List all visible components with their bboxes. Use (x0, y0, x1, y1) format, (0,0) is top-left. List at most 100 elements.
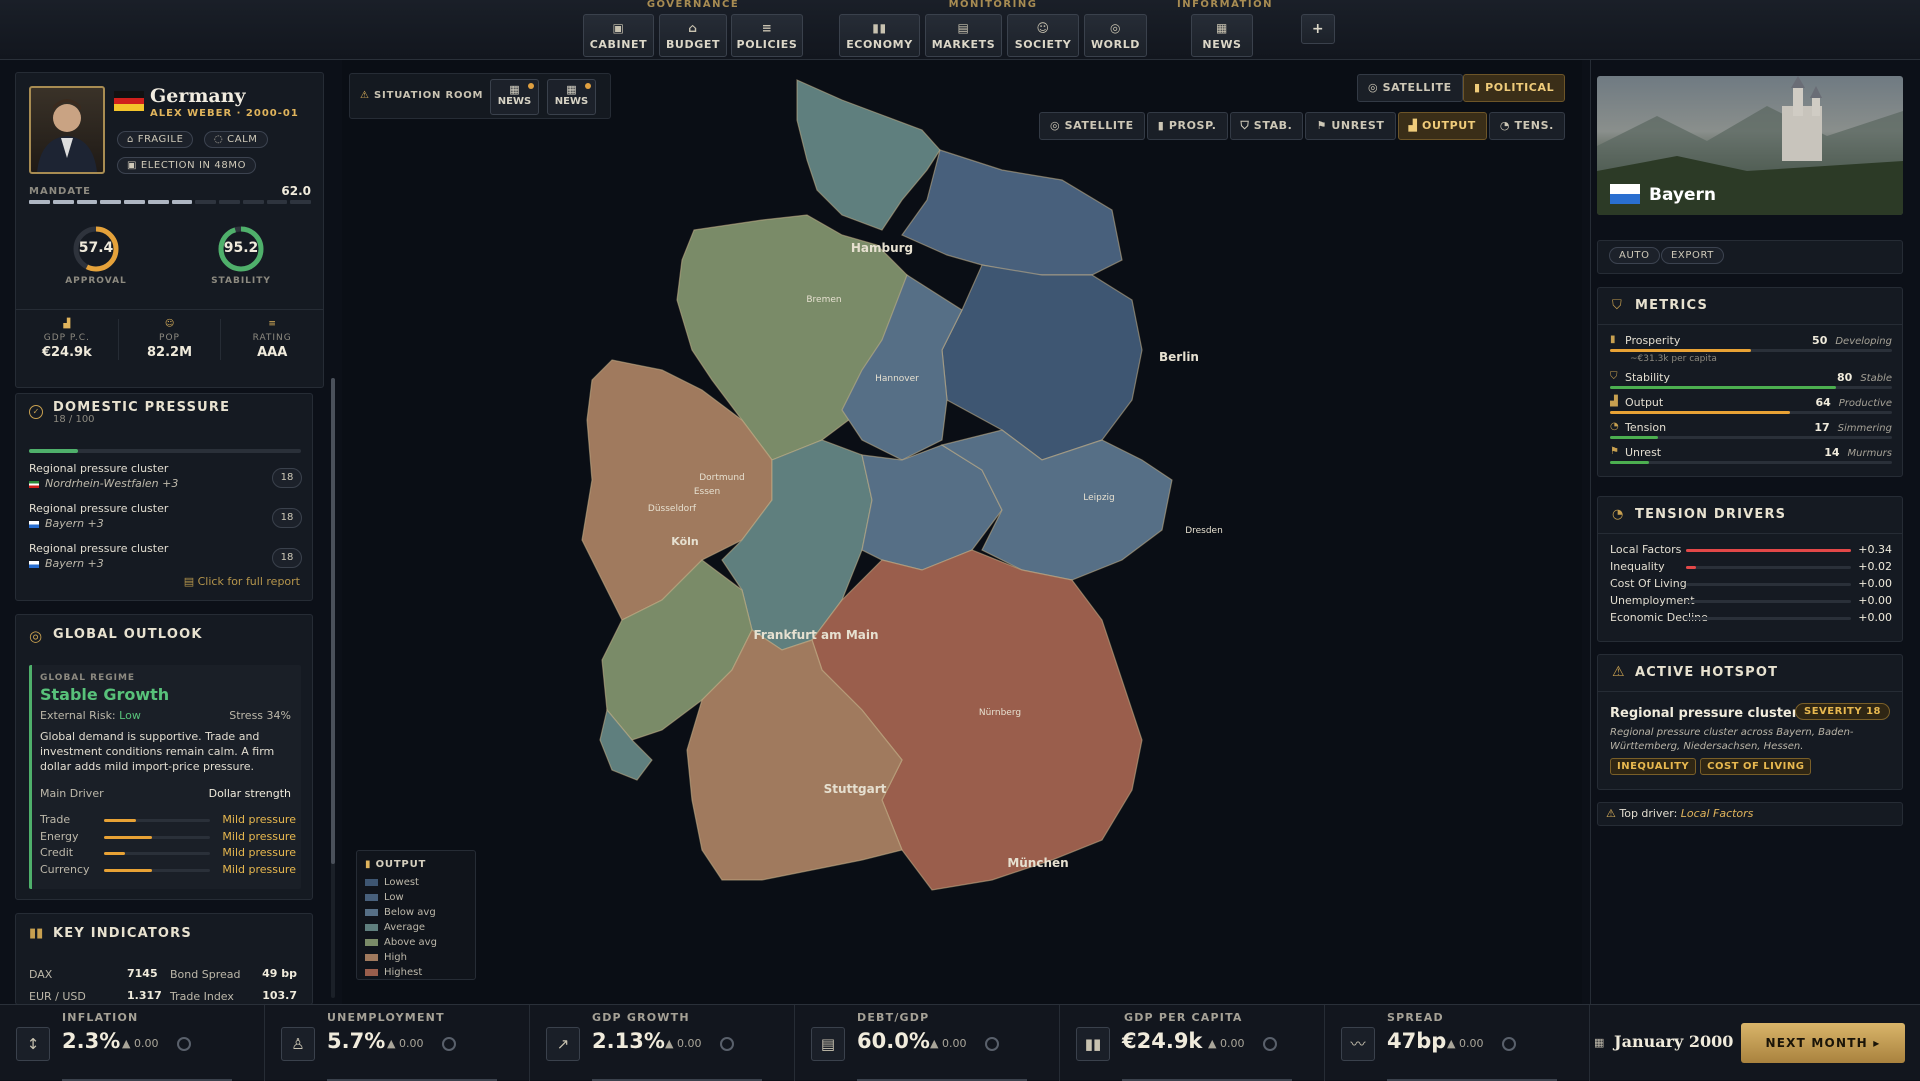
metric-label: Stability (1625, 371, 1671, 384)
stat-label: DEBT/GDP (857, 1011, 930, 1024)
key-indicators-panel: ▮▮ KEY INDICATORS DAX 7145 Bond Spread 49 b… (15, 913, 313, 1005)
city-stuttgart[interactable]: Stuttgart (824, 782, 887, 796)
economy-button[interactable]: ▮▮ ECONOMY (839, 14, 920, 57)
legend-label: High (384, 952, 407, 963)
pressure-row: Trade Mild pressure (40, 813, 296, 830)
pressure-bar-fill (104, 868, 152, 872)
left-scrollbar[interactable] (331, 378, 335, 998)
trend-ring (1502, 1037, 1516, 1051)
fragile-chip[interactable]: ⌂ FRAGILE (117, 131, 194, 148)
building-icon: ⌂ (127, 134, 138, 145)
news-button[interactable]: ▦ NEWS (1191, 14, 1253, 57)
divider (1598, 691, 1902, 692)
metric-value: 14 Murmurs (1824, 446, 1892, 459)
map-area[interactable]: ⚠ SITUATION ROOM ▦ NEWS ▦ NEWS ◎ SATELLITE… (342, 60, 1582, 1004)
stat-inflation[interactable]: ↕ INFLATION 2.3% ▲ 0.00 (0, 1005, 265, 1081)
driver-row: Economic Decline +0.00 (1610, 611, 1892, 628)
tag-cost-of-living[interactable]: COST OF LIVING (1700, 758, 1812, 775)
society-button[interactable]: ☺ SOCIETY (1007, 14, 1079, 57)
cluster-region-text: Nordrhein-Westfalen +3 (45, 477, 179, 490)
plus-button[interactable]: + (1301, 14, 1335, 44)
germany-flag-icon (114, 91, 144, 111)
city-koln[interactable]: Köln (671, 535, 699, 548)
metric-number: 14 (1824, 446, 1840, 459)
markets-button[interactable]: ▤ MARKETS (925, 14, 1002, 57)
legend-swatch (365, 968, 378, 976)
policies-button[interactable]: ≡ POLICIES (731, 14, 803, 57)
stat-label: INFLATION (62, 1011, 139, 1024)
city-hamburg[interactable]: Hamburg (851, 241, 913, 255)
city-dresden[interactable]: Dresden (1185, 526, 1223, 536)
region-mecklenburg[interactable] (901, 149, 1123, 276)
city-munchen[interactable]: München (1007, 856, 1068, 870)
full-report-link[interactable]: ▤ Click for full report (184, 575, 300, 588)
city-frankfurt[interactable]: Frankfurt am Main (753, 628, 878, 642)
city-essen[interactable]: Essen (694, 487, 720, 497)
scrollbar-thumb[interactable] (331, 378, 335, 864)
region-berlin-brandenburg[interactable] (941, 264, 1143, 461)
cluster-score: 18 (272, 468, 302, 488)
driver-bar (1686, 583, 1851, 586)
metric-value: 50 Developing (1812, 334, 1892, 347)
bavaria-flag-icon (29, 560, 39, 568)
indicator-row: DAX 7145 Bond Spread 49 bp (29, 964, 311, 986)
stability-label: STABILITY (211, 276, 271, 286)
metric-row[interactable]: ◔ Tension 17 Simmering (1610, 421, 1892, 446)
export-button[interactable]: EXPORT (1661, 247, 1724, 264)
metric-row[interactable]: ⚑ Unrest 14 Murmurs (1610, 446, 1892, 471)
globe-icon: ◎ (29, 627, 43, 645)
city-dortmund[interactable]: Dortmund (699, 473, 745, 483)
metric-bar-fill (1610, 411, 1791, 414)
hotspot-title: ACTIVE HOTSPOT (1635, 665, 1779, 680)
globe-icon: ◎ (1109, 21, 1122, 35)
metric-row[interactable]: ▮ Prosperity 50 Developing ~€31.3k per capit… (1610, 334, 1892, 371)
severity-badge: SEVERITY 18 (1795, 703, 1890, 720)
risk-label: External Risk: (40, 709, 116, 722)
auto-button[interactable]: AUTO (1609, 247, 1660, 264)
city-hannover[interactable]: Hannover (875, 374, 919, 384)
chart-icon: ▤ (957, 21, 970, 35)
cabinet-button[interactable]: ▣ CABINET (583, 14, 654, 57)
world-button[interactable]: ◎ WORLD (1084, 14, 1147, 57)
driver-label: Local Factors (1610, 543, 1682, 556)
pressure-bar (104, 819, 210, 822)
pressure-value: Mild pressure (222, 862, 296, 876)
tag-inequality[interactable]: INEQUALITY (1610, 758, 1697, 775)
city-leipzig[interactable]: Leipzig (1083, 493, 1115, 503)
approval-label: APPROVAL (65, 276, 127, 286)
metric-row[interactable]: ⛉ Stability 80 Stable (1610, 371, 1892, 396)
stat-label: GDP GROWTH (592, 1011, 690, 1024)
driver-row: Local Factors +0.34 (1610, 543, 1892, 560)
stat-gdp-growth[interactable]: ↗ GDP GROWTH 2.13% ▲ 0.00 (530, 1005, 795, 1081)
metric-row[interactable]: ▟ Output 64 Productive (1610, 396, 1892, 421)
people-icon: ☺ (164, 319, 175, 329)
pressure-label: Trade (40, 813, 71, 826)
metric-tag: Murmurs (1847, 448, 1892, 459)
stat-unemployment[interactable]: ♙ UNEMPLOYMENT 5.7% ▲ 0.00 (265, 1005, 530, 1081)
mandate-value: 62.0 (281, 184, 311, 198)
legend-item: Average (365, 922, 437, 937)
time-control: ▦ January 2000 NEXT MONTH ▸ (1588, 1005, 1920, 1081)
city-dusseldorf[interactable]: Düsseldorf (648, 504, 697, 514)
next-month-button[interactable]: NEXT MONTH ▸ (1741, 1023, 1905, 1063)
nrw-flag-icon (29, 480, 39, 488)
election-chip[interactable]: ▣ ELECTION IN 48MO (117, 157, 257, 174)
city-bremen[interactable]: Bremen (806, 295, 841, 305)
pressure-cluster-item[interactable]: Regional pressure cluster Nordrhein-Westf… (29, 462, 314, 500)
city-berlin[interactable]: Berlin (1159, 350, 1199, 364)
region-schleswig-holstein[interactable] (796, 79, 941, 231)
legend-swatch (365, 938, 378, 946)
calm-chip[interactable]: ◌ CALM (204, 131, 268, 148)
global-outlook-panel: ◎ GLOBAL OUTLOOK GLOBAL REGIME Stable Gr… (15, 614, 313, 900)
stat-gdp-per-capita[interactable]: ▮▮ GDP PER CAPITA €24.9k ▲ 0.00 (1060, 1005, 1325, 1081)
leader-portrait[interactable] (29, 86, 105, 174)
driver-label: Cost Of Living (1610, 577, 1687, 590)
stat-spread[interactable]: 〰 SPREAD 47bp ▲ 0.00 (1325, 1005, 1590, 1081)
legend-label: Above avg (384, 937, 437, 948)
pressure-cluster-item[interactable]: Regional pressure cluster Bayern +3 18 (29, 502, 314, 540)
trend-ring (177, 1037, 191, 1051)
city-nurnberg[interactable]: Nürnberg (979, 708, 1021, 718)
budget-button[interactable]: ⌂ BUDGET (659, 14, 727, 57)
stat-debt-gdp[interactable]: ▤ DEBT/GDP 60.0% ▲ 0.00 (795, 1005, 1060, 1081)
metric-label: Tension (1625, 421, 1667, 434)
